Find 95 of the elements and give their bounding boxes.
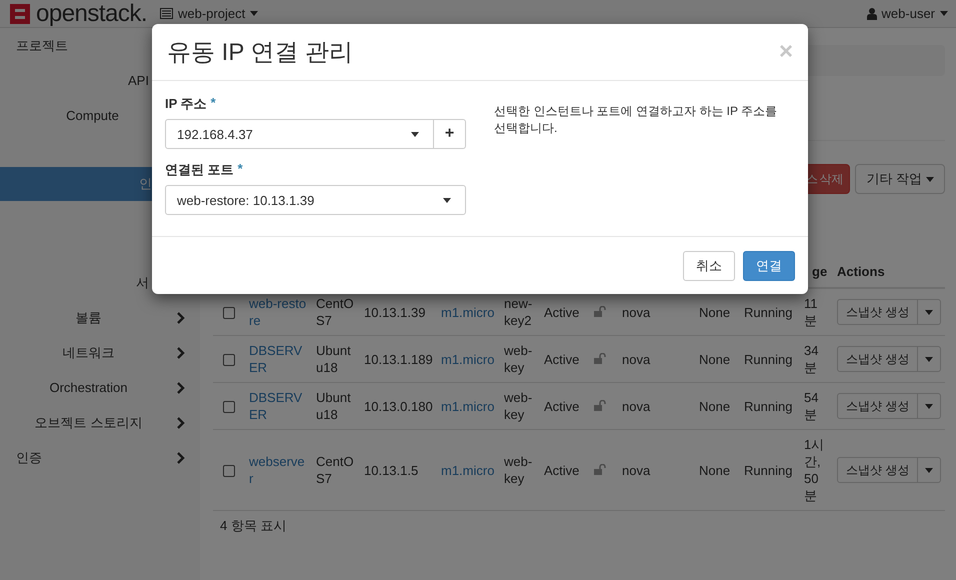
logo-icon bbox=[8, 2, 32, 26]
add-button[interactable]: + bbox=[434, 119, 466, 149]
required-mark: * bbox=[238, 161, 243, 178]
caret-icon bbox=[411, 132, 419, 136]
table-cell: 10.13.0.180 bbox=[364, 398, 433, 414]
more-actions-button[interactable]: 기타 작업 bbox=[855, 164, 945, 194]
project-dropdown[interactable]: web-project bbox=[156, 2, 262, 26]
connect-button[interactable]: 연결 bbox=[743, 250, 795, 280]
dropdown-toggle[interactable] bbox=[918, 457, 942, 483]
table-cell: nova bbox=[622, 304, 650, 320]
caret-icon bbox=[926, 176, 934, 182]
required-mark: * bbox=[210, 95, 216, 112]
caret-icon bbox=[925, 468, 934, 472]
caret-icon bbox=[925, 356, 934, 362]
table-cell: None bbox=[699, 462, 730, 478]
chevron-right-icon bbox=[177, 382, 185, 394]
table-cell: None bbox=[699, 352, 730, 366]
item-count: 4 항목 표시 bbox=[219, 517, 288, 535]
table-cell: CentOS7 bbox=[316, 296, 354, 328]
table-cell: Running bbox=[744, 352, 792, 366]
field-label: IP 주소 bbox=[165, 95, 207, 113]
table-cell: 10.13.1.39 bbox=[364, 304, 426, 320]
caret-icon bbox=[443, 198, 451, 202]
table-cell: Running bbox=[744, 398, 792, 414]
column-header: Actions bbox=[837, 264, 885, 279]
instance-link[interactable]: webserver bbox=[249, 453, 308, 487]
flavor-link[interactable]: m1.micro bbox=[441, 350, 496, 368]
table-cell: 34 분 bbox=[804, 343, 818, 375]
table-cell: nova bbox=[622, 462, 650, 478]
flavor-link[interactable]: m1.micro bbox=[441, 398, 496, 414]
table-cell: Active bbox=[544, 398, 580, 414]
chevron-right-icon bbox=[177, 346, 185, 358]
sidebar-item[interactable]: 네트워크 bbox=[0, 335, 200, 370]
snapshot-button[interactable]: 스냅샷 생성 bbox=[837, 346, 918, 372]
sidebar-item[interactable]: 인증 bbox=[0, 440, 200, 475]
instance-link[interactable]: DBSERVER bbox=[249, 389, 308, 423]
dropdown-toggle[interactable] bbox=[918, 346, 942, 372]
unlock-icon bbox=[594, 400, 606, 410]
table-cell: web-key bbox=[504, 454, 532, 486]
table-cell: Running bbox=[744, 462, 792, 478]
snapshot-button[interactable]: 스냅샷 생성 bbox=[837, 393, 918, 419]
table-cell: 54 분 bbox=[804, 390, 818, 422]
cancel-button[interactable]: 취소 bbox=[683, 250, 735, 280]
table-cell: None bbox=[699, 398, 730, 414]
table-cell: Ubuntu18 bbox=[316, 390, 351, 422]
unlock-icon bbox=[594, 306, 606, 316]
table-cell: web-key bbox=[504, 343, 532, 375]
table-cell: None bbox=[699, 304, 730, 320]
dropdown-toggle[interactable] bbox=[918, 299, 942, 325]
caret-icon bbox=[925, 310, 934, 314]
table-cell: Active bbox=[544, 352, 580, 366]
chevron-right-icon bbox=[177, 416, 185, 428]
column-header: ge bbox=[812, 264, 828, 279]
caret-icon bbox=[250, 11, 258, 16]
table-cell: nova bbox=[622, 352, 650, 366]
chevron-right-icon bbox=[177, 452, 185, 464]
unlock-icon bbox=[594, 464, 606, 474]
dialog-title: 유동 IP 연결 관리 bbox=[167, 38, 354, 68]
table-cell: Active bbox=[544, 462, 580, 478]
flavor-link[interactable]: m1.micro bbox=[441, 304, 496, 320]
caret-icon bbox=[925, 404, 934, 408]
snapshot-button[interactable]: 스냅샷 생성 bbox=[837, 457, 918, 483]
unlock-icon bbox=[594, 352, 606, 364]
help-text: 선택한 인스턴트나 포트에 연결하고자 하는 IP 주소를 선택합니다. bbox=[494, 103, 778, 137]
sidebar-item[interactable]: 오브젝트 스토리지 bbox=[0, 405, 200, 440]
table-cell: web-key bbox=[504, 390, 532, 422]
select-field[interactable]: web-restore: 10.13.1.39 bbox=[165, 185, 466, 215]
row-checkbox[interactable] bbox=[223, 354, 235, 366]
table-cell: Running bbox=[744, 304, 792, 320]
window-icon bbox=[160, 8, 173, 19]
user-menu[interactable]: web-user bbox=[862, 2, 952, 26]
table-cell: CentOS7 bbox=[316, 454, 354, 486]
flavor-link[interactable]: m1.micro bbox=[441, 462, 496, 478]
table-cell: 10.13.1.189 bbox=[364, 352, 433, 366]
select-field[interactable]: 192.168.4.37 bbox=[165, 119, 434, 149]
table-cell: 11 분 bbox=[804, 296, 818, 328]
row-checkbox[interactable] bbox=[223, 401, 235, 414]
table-cell: 10.13.1.5 bbox=[364, 462, 418, 478]
logo-text: openstack. bbox=[36, 0, 148, 28]
table-cell: Ubuntu18 bbox=[316, 343, 351, 375]
sidebar-item[interactable]: 볼륨 bbox=[0, 300, 200, 335]
instance-link[interactable]: DBSERVER bbox=[249, 342, 308, 376]
row-checkbox[interactable] bbox=[223, 465, 235, 478]
chevron-right-icon bbox=[177, 312, 185, 324]
snapshot-button[interactable]: 스냅샷 생성 bbox=[837, 299, 918, 325]
row-checkbox[interactable] bbox=[223, 307, 235, 320]
dropdown-toggle[interactable] bbox=[918, 393, 942, 419]
sidebar-item[interactable]: Orchestration bbox=[0, 370, 200, 405]
table-cell: new-key2 bbox=[504, 296, 532, 328]
table-cell: nova bbox=[622, 398, 650, 414]
table-cell: Active bbox=[544, 304, 580, 320]
caret-icon bbox=[940, 11, 948, 16]
user-icon bbox=[866, 8, 877, 20]
table-cell: 1시간, 50 분 bbox=[804, 437, 824, 503]
instance-link[interactable]: web-restore bbox=[249, 295, 308, 329]
